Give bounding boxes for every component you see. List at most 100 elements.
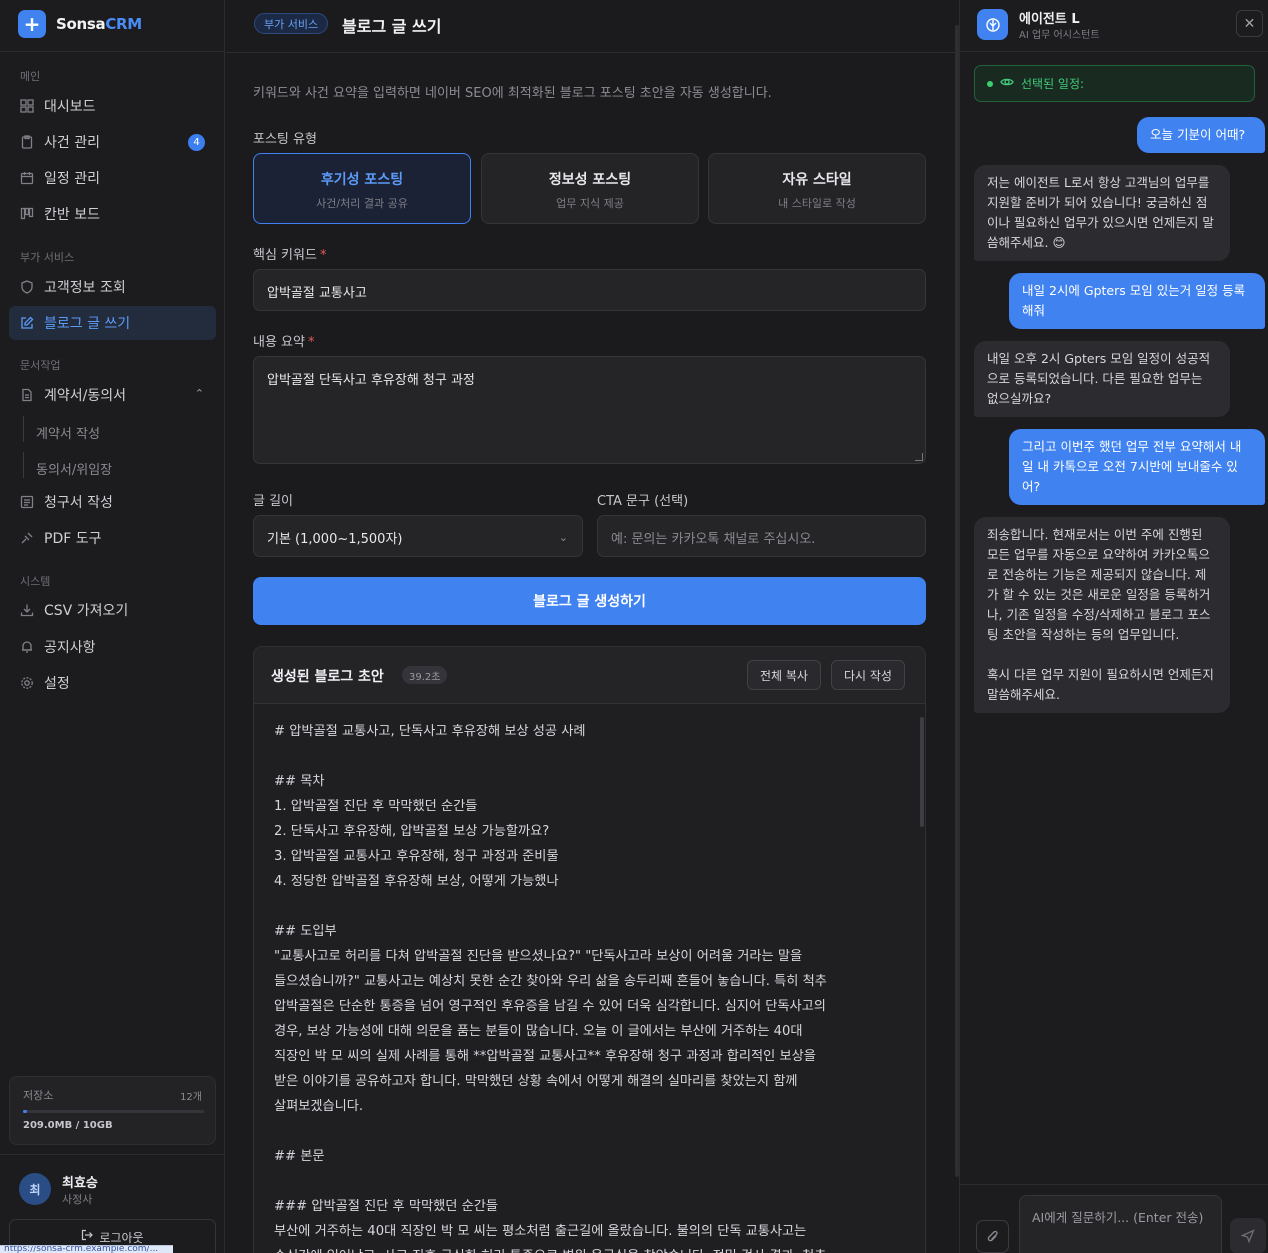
- sidebar-item-dashboard[interactable]: 대시보드: [9, 89, 216, 123]
- sidebar-item-label: 고객정보 조회: [44, 280, 126, 296]
- result-line: 살펴보겠습니다.: [274, 1099, 364, 1114]
- section-system: 시스템: [20, 575, 51, 588]
- result-line: 부산에 거주하는 40대 직장인 박 모 씨는 평소처럼 출근길에 올랐습니다.…: [274, 1224, 807, 1239]
- receipt-icon: [20, 495, 34, 509]
- result-line: ### 압박골절 진단 후 막막했던 순간들: [274, 1199, 498, 1214]
- type-label: 포스팅 유형: [253, 132, 317, 147]
- section-main: 메인: [20, 70, 41, 83]
- copy-all-button[interactable]: 전체 복사: [747, 660, 821, 690]
- brand-main: Sonsa: [56, 15, 106, 33]
- logout-icon: [81, 1229, 94, 1244]
- type-option-sub: 사건/처리 결과 공유: [316, 197, 408, 210]
- sidebar-item-csv[interactable]: CSV 가져오기: [9, 593, 216, 627]
- result-content: # 압박골절 교통사고, 단독사고 후유장해 보상 성공 사례 ## 목차 1. …: [274, 719, 894, 1253]
- section-docs: 문서작업: [20, 359, 61, 372]
- storage-progress-fill: [23, 1110, 27, 1113]
- user-name: 최효승: [62, 1176, 98, 1191]
- cta-input[interactable]: 예: 문의는 카카오톡 채널로 주십시오.: [597, 515, 926, 557]
- result-line: ## 본문: [274, 1149, 325, 1164]
- avatar[interactable]: 최: [19, 1173, 51, 1205]
- result-line: [274, 744, 894, 769]
- storage-label: 저장소: [23, 1089, 54, 1102]
- generate-button[interactable]: 블로그 글 생성하기: [253, 577, 926, 625]
- agent-subtitle: AI 업무 어시스턴트: [1019, 30, 1100, 41]
- result-panel: 생성된 블로그 초안 39.2초 전체 복사 다시 작성 # 압박골절 교통사고…: [253, 646, 926, 1253]
- app-root: + SonsaCRM 메인 대시보드 사건 관리 4 일정 관리 칸반 보드 부…: [0, 0, 1268, 1253]
- type-option-free[interactable]: 자유 스타일 내 스타일로 작성: [708, 153, 926, 224]
- logout-label: 로그아웃: [99, 1231, 144, 1245]
- kanban-icon: [20, 207, 34, 221]
- send-icon[interactable]: [1230, 1218, 1266, 1253]
- user-role: 사정사: [62, 1193, 93, 1206]
- sidebar-item-settings[interactable]: 설정: [9, 666, 216, 700]
- sidebar-item-schedule[interactable]: 일정 관리: [9, 161, 216, 195]
- sidebar-divider: [0, 51, 225, 52]
- agent-header: 에이전트 L AI 업무 어시스턴트 ✕: [960, 0, 1268, 52]
- grid-icon: [20, 99, 34, 113]
- chevron-down-icon: ⌄: [558, 531, 568, 544]
- sidebar-subitem-contract-write[interactable]: 계약서 작성: [36, 423, 100, 442]
- length-label: 글 길이: [253, 494, 294, 509]
- brand-name: SonsaCRM: [56, 15, 142, 33]
- edit-icon: [20, 316, 34, 330]
- length-select[interactable]: 기본 (1,000~1,500자) ⌄: [253, 515, 583, 557]
- chevron-up-icon[interactable]: ⌃: [195, 387, 204, 400]
- result-line: # 압박골절 교통사고, 단독사고 후유장해 보상 성공 사례: [274, 724, 586, 739]
- selected-schedule-label: 선택된 일정:: [1021, 77, 1085, 91]
- sidebar-item-invoice[interactable]: 청구서 작성: [9, 485, 216, 519]
- chat-message-user: 그리고 이번주 했던 업무 전부 요약해서 내일 내 카톡으로 오전 7시반에 …: [1009, 429, 1265, 505]
- paperclip-icon[interactable]: [976, 1220, 1009, 1253]
- sidebar-item-cases[interactable]: 사건 관리 4: [9, 125, 216, 159]
- chat-message-bot: 죄송합니다. 현재로서는 이번 주에 진행된 모든 업무를 자동으로 요약하여 …: [974, 517, 1230, 713]
- clipboard-icon: [20, 135, 34, 149]
- document-icon: [20, 388, 34, 402]
- gear-icon: [20, 676, 34, 690]
- chat-input-divider: [960, 1184, 1268, 1185]
- rewrite-button[interactable]: 다시 작성: [831, 660, 905, 690]
- resize-handle-icon[interactable]: [915, 453, 923, 461]
- sidebar-item-label: 공지사항: [44, 640, 96, 656]
- storage-count: 12개: [180, 1092, 202, 1103]
- length-select-value: 기본 (1,000~1,500자): [267, 532, 403, 547]
- sidebar-item-label: CSV 가져오기: [44, 603, 129, 619]
- result-line: 순식간에 일어났고, 사고 직후 극심한 허리 통증으로 병원 응급실을 찾았습…: [274, 1244, 894, 1253]
- status-dot: [987, 80, 993, 87]
- summary-textarea[interactable]: 압박골절 단독사고 후유장해 청구 과정: [253, 356, 926, 464]
- sidebar-item-blog[interactable]: 블로그 글 쓰기: [9, 306, 216, 340]
- result-scrollbar[interactable]: [920, 717, 924, 827]
- type-option-title: 정보성 포스팅: [548, 172, 632, 188]
- chat-message-bot: 저는 에이전트 L로서 항상 고객님의 업무를 지원할 준비가 되어 있습니다!…: [974, 165, 1230, 261]
- result-line: 2. 단독사고 후유장해, 압박골절 보상 가능할까요?: [274, 824, 550, 839]
- sidebar-item-kanban[interactable]: 칸반 보드: [9, 197, 216, 231]
- result-line: 4. 정당한 압박골절 후유장해 보상, 어떻게 가능했나: [274, 874, 559, 889]
- sidebar-item-contracts[interactable]: 계약서/동의서 ⌃: [9, 378, 216, 412]
- result-line: [274, 1119, 894, 1144]
- close-icon[interactable]: ✕: [1236, 10, 1263, 37]
- shield-icon: [20, 280, 34, 294]
- sidebar-item-customer[interactable]: 고객정보 조회: [9, 270, 216, 304]
- storage-used: 209.0MB / 10GB: [23, 1120, 113, 1131]
- sidebar-item-notice[interactable]: 공지사항: [9, 630, 216, 664]
- cases-count-badge: 4: [188, 134, 205, 151]
- submenu-line: [23, 452, 24, 478]
- chat-input[interactable]: AI에게 질문하기... (Enter 전송): [1019, 1195, 1222, 1253]
- result-title: 생성된 블로그 초안: [271, 669, 384, 685]
- selected-schedule-banner: 선택된 일정:: [974, 65, 1255, 102]
- result-line: 경우, 보상 가능성에 대해 의문을 품는 분들이 많습니다. 오늘 이 글에서…: [274, 1024, 803, 1039]
- type-option-sub: 업무 지식 제공: [556, 197, 624, 210]
- result-line: 1. 압박골절 진단 후 막막했던 순간들: [274, 799, 478, 814]
- summary-label-text: 내용 요약: [253, 335, 305, 350]
- sidebar-item-label: 대시보드: [44, 99, 96, 115]
- generation-time-badge: 39.2초: [402, 666, 448, 684]
- sidebar-subitem-consent[interactable]: 동의서/위임장: [36, 459, 112, 478]
- keyword-input[interactable]: 압박골절 교통사고: [253, 269, 926, 311]
- type-option-review[interactable]: 후기성 포스팅 사건/처리 결과 공유: [253, 153, 471, 224]
- sidebar-divider: [0, 1154, 225, 1155]
- type-option-info[interactable]: 정보성 포스팅 업무 지식 제공: [481, 153, 699, 224]
- sidebar-item-label: 칸반 보드: [44, 207, 100, 223]
- result-header: 생성된 블로그 초안 39.2초 전체 복사 다시 작성: [254, 647, 925, 704]
- status-bar-url: https://sonsa-crm.example.com/...: [0, 1245, 173, 1253]
- sidebar-item-label: 청구서 작성: [44, 495, 113, 511]
- sidebar-item-pdf[interactable]: PDF 도구: [9, 521, 216, 555]
- logo[interactable]: + SonsaCRM: [18, 10, 142, 38]
